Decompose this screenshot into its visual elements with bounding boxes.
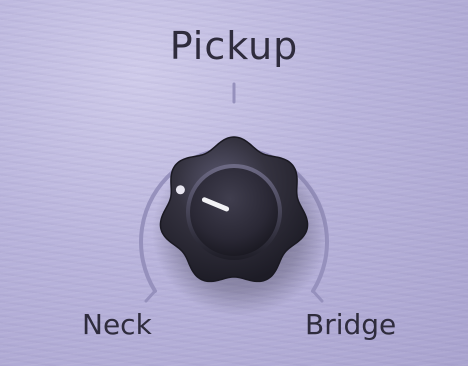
position-dot-icon [175, 185, 185, 195]
bridge-label: Bridge [305, 308, 397, 341]
knob-max-tick [311, 289, 324, 303]
pickup-knob-graphic [139, 82, 329, 316]
knob-cap [190, 168, 278, 256]
knob-min-tick [144, 289, 157, 303]
pickup-control-panel: Pickup Neck Bridge [0, 0, 468, 366]
neck-label: Neck [82, 308, 152, 341]
